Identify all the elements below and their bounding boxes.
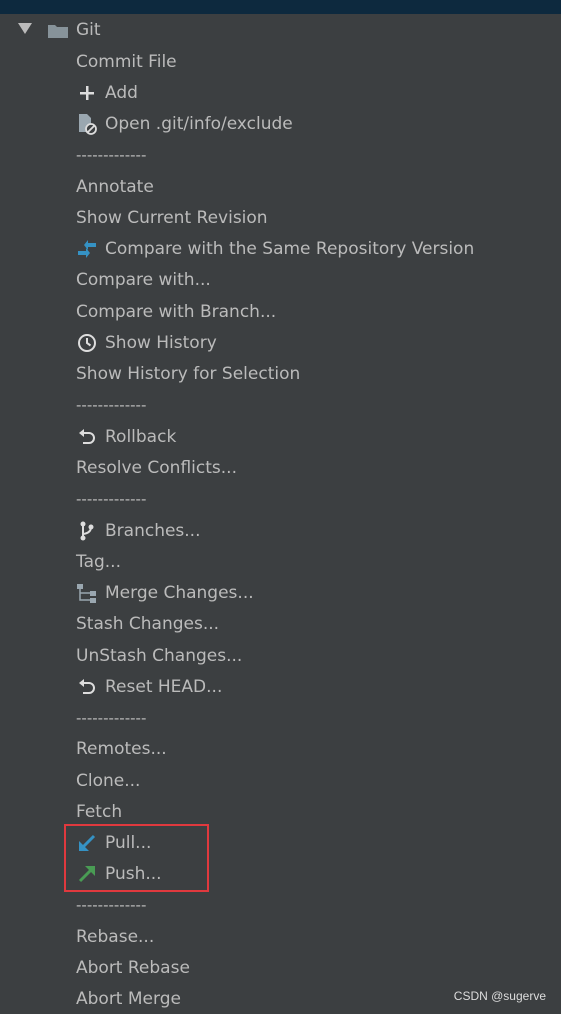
menu-item-clone[interactable]: Clone... bbox=[76, 765, 140, 796]
menu-item-reset-head[interactable]: Reset HEAD... bbox=[76, 671, 222, 702]
menu-item-compare-same-repo[interactable]: Compare with the Same Repository Version bbox=[76, 233, 474, 264]
menu-item-commit-file[interactable]: Commit File bbox=[76, 46, 177, 77]
branch-icon bbox=[76, 520, 98, 542]
menu-item-show-history-selection[interactable]: Show History for Selection bbox=[76, 358, 300, 389]
expand-arrow-icon[interactable] bbox=[18, 23, 32, 34]
menu-item-compare-with-branch[interactable]: Compare with Branch... bbox=[76, 296, 276, 327]
window-top-bar bbox=[0, 0, 561, 14]
ignore-file-icon bbox=[76, 113, 98, 135]
menu-item-tag[interactable]: Tag... bbox=[76, 546, 121, 577]
folder-icon bbox=[48, 25, 68, 38]
menu-item-resolve-conflicts[interactable]: Resolve Conflicts... bbox=[76, 452, 237, 483]
merge-icon bbox=[76, 582, 98, 604]
watermark: CSDN @sugerve bbox=[453, 989, 546, 1003]
menu-separator: ------------- bbox=[76, 489, 147, 508]
menu-item-show-current-revision[interactable]: Show Current Revision bbox=[76, 202, 268, 233]
menu-item-annotate[interactable]: Annotate bbox=[76, 171, 154, 202]
git-tree-node[interactable]: Git bbox=[0, 14, 561, 46]
menu-item-rebase[interactable]: Rebase... bbox=[76, 921, 154, 952]
diff-icon bbox=[76, 238, 98, 260]
history-clock-icon bbox=[76, 332, 98, 354]
menu-separator: ------------- bbox=[76, 145, 147, 164]
pull-push-highlight-box bbox=[64, 824, 209, 892]
menu-item-add[interactable]: Add bbox=[76, 77, 138, 108]
menu-item-fetch[interactable]: Fetch bbox=[76, 796, 122, 827]
undo-icon bbox=[76, 426, 98, 448]
undo-icon bbox=[76, 676, 98, 698]
plus-icon bbox=[76, 82, 98, 104]
menu-item-open-exclude[interactable]: Open .git/info/exclude bbox=[76, 108, 293, 139]
menu-item-compare-with[interactable]: Compare with... bbox=[76, 264, 211, 295]
menu-item-rollback[interactable]: Rollback bbox=[76, 421, 176, 452]
menu-separator: ------------- bbox=[76, 708, 147, 727]
menu-separator: ------------- bbox=[76, 895, 147, 914]
menu-item-show-history[interactable]: Show History bbox=[76, 327, 217, 358]
menu-item-unstash-changes[interactable]: UnStash Changes... bbox=[76, 640, 242, 671]
menu-separator: ------------- bbox=[76, 395, 147, 414]
menu-item-branches[interactable]: Branches... bbox=[76, 515, 201, 546]
menu-item-merge-changes[interactable]: Merge Changes... bbox=[76, 577, 254, 608]
menu-item-abort-rebase[interactable]: Abort Rebase bbox=[76, 952, 190, 983]
menu-item-remotes[interactable]: Remotes... bbox=[76, 733, 167, 764]
menu-item-stash-changes[interactable]: Stash Changes... bbox=[76, 608, 219, 639]
menu-item-abort-merge[interactable]: Abort Merge bbox=[76, 983, 181, 1014]
git-tree-label: Git bbox=[76, 20, 101, 40]
